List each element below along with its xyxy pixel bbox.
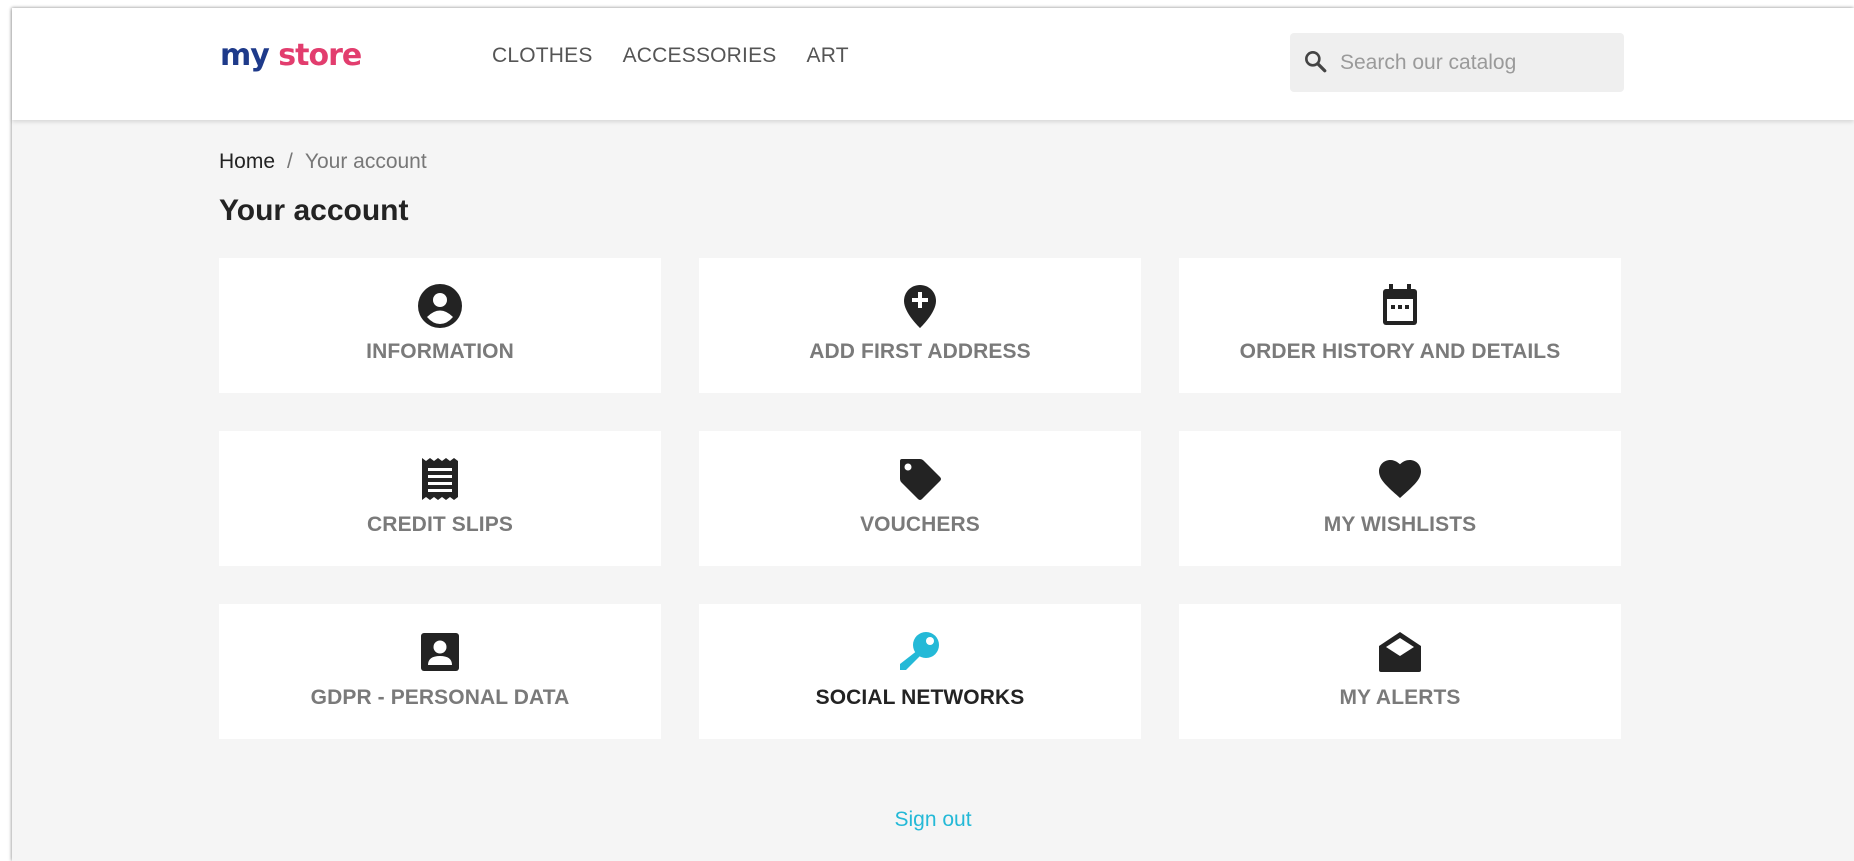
window-edge — [0, 0, 12, 861]
card-label: ADD FIRST ADDRESS — [809, 340, 1031, 363]
breadcrumb: Home / Your account — [219, 150, 427, 174]
card-label: MY ALERTS — [1339, 686, 1461, 709]
account-box-icon — [416, 628, 464, 676]
logo-text-store: store — [268, 38, 362, 73]
main-nav: CLOTHES ACCESSORIES ART — [492, 44, 849, 68]
nav-item-accessories[interactable]: ACCESSORIES — [623, 44, 777, 68]
card-my-alerts[interactable]: MY ALERTS — [1179, 604, 1621, 739]
card-credit-slips[interactable]: CREDIT SLIPS — [219, 431, 661, 566]
card-order-history[interactable]: ORDER HISTORY AND DETAILS — [1179, 258, 1621, 393]
receipt-icon — [416, 455, 464, 503]
breadcrumb-home[interactable]: Home — [219, 150, 275, 173]
store-page: my store CLOTHES ACCESSORIES ART Home / Yo… — [12, 8, 1854, 861]
tag-icon — [896, 455, 944, 503]
card-social-networks[interactable]: SOCIAL NETWORKS — [699, 604, 1141, 739]
card-vouchers[interactable]: VOUCHERS — [699, 431, 1141, 566]
card-label: GDPR - PERSONAL DATA — [310, 686, 570, 709]
account-circle-icon — [416, 282, 464, 330]
store-logo[interactable]: my store — [220, 38, 362, 74]
account-links-grid: INFORMATION ADD FIRST ADDRESS ORDER HIST… — [219, 258, 1621, 739]
card-label: CREDIT SLIPS — [367, 513, 513, 536]
calendar-icon — [1376, 282, 1424, 330]
nav-item-art[interactable]: ART — [807, 44, 849, 68]
sign-out-link[interactable]: Sign out — [894, 808, 971, 831]
page-title: Your account — [219, 194, 409, 227]
nav-item-clothes[interactable]: CLOTHES — [492, 44, 593, 68]
card-label: VOUCHERS — [860, 513, 980, 536]
card-gdpr-personal-data[interactable]: GDPR - PERSONAL DATA — [219, 604, 661, 739]
search-input[interactable] — [1338, 49, 1612, 76]
breadcrumb-separator: / — [287, 150, 293, 173]
search-box — [1290, 33, 1624, 92]
site-header: my store CLOTHES ACCESSORIES ART — [12, 8, 1854, 120]
heart-icon — [1376, 455, 1424, 503]
card-add-first-address[interactable]: ADD FIRST ADDRESS — [699, 258, 1141, 393]
card-label: MY WISHLISTS — [1323, 513, 1477, 536]
add-location-icon — [896, 282, 944, 330]
card-information[interactable]: INFORMATION — [219, 258, 661, 393]
key-icon — [896, 628, 944, 676]
card-label: INFORMATION — [366, 340, 514, 363]
card-my-wishlists[interactable]: MY WISHLISTS — [1179, 431, 1621, 566]
logo-text-my: my — [220, 38, 270, 73]
card-label: ORDER HISTORY AND DETAILS — [1239, 340, 1561, 363]
breadcrumb-current: Your account — [304, 150, 427, 173]
open-mail-icon — [1376, 628, 1424, 676]
signout-container: Sign out — [12, 808, 1854, 832]
card-label: SOCIAL NETWORKS — [815, 686, 1025, 709]
search-icon[interactable] — [1302, 48, 1328, 78]
